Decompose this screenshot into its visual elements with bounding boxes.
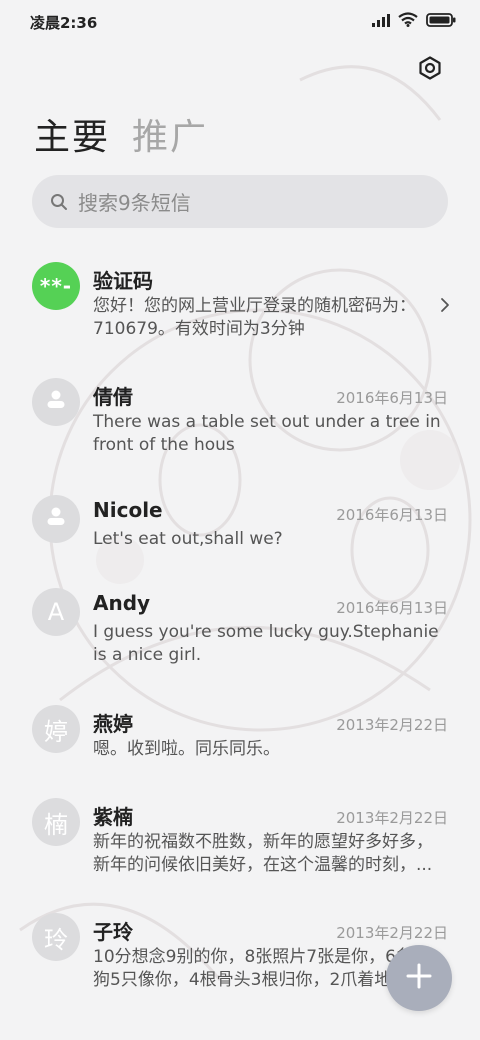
tab-promotions[interactable]: 推广 — [132, 108, 208, 160]
person-icon — [45, 505, 67, 533]
contact-name: 燕婷 — [93, 712, 133, 736]
search-input[interactable]: 搜索9条短信 — [32, 175, 448, 228]
avatar — [32, 495, 80, 543]
tab-primary[interactable]: 主要 — [34, 108, 110, 160]
message-date: 2013年2月22日 — [336, 924, 448, 942]
message-date: 2016年6月13日 — [336, 506, 448, 524]
chevron-right-icon — [440, 297, 450, 317]
avatar: 婷 — [32, 705, 80, 753]
contact-name: 紫楠 — [93, 805, 133, 829]
avatar: A — [32, 588, 80, 636]
status-icons — [372, 12, 456, 31]
message-preview: I guess you're some lucky guy.Stephanie … — [93, 622, 439, 665]
settings-button[interactable] — [416, 56, 444, 84]
avatar: 楠 — [32, 798, 80, 846]
avatar — [32, 378, 80, 426]
battery-icon — [426, 12, 456, 31]
message-date: 2013年2月22日 — [336, 716, 448, 734]
wifi-icon — [398, 12, 418, 31]
contact-name: 倩倩 — [93, 385, 133, 409]
status-bar: 凌晨2:36 — [0, 0, 480, 42]
signal-icon — [372, 12, 390, 31]
message-preview: 您好！您的网上营业厅登录的随机密码为：710679。有效时间为3分钟 — [93, 296, 416, 339]
avatar: 玲 — [32, 913, 80, 961]
contact-name: 验证码 — [93, 269, 153, 293]
contact-name: Andy — [93, 591, 151, 615]
tab-bar: 主要 推广 — [34, 108, 208, 160]
plus-icon — [405, 962, 433, 994]
new-message-button[interactable] — [386, 945, 452, 1011]
search-placeholder: 搜索9条短信 — [78, 191, 191, 215]
message-date: 2013年2月22日 — [336, 809, 448, 827]
contact-name: 子玲 — [93, 920, 133, 944]
message-date: 2016年6月13日 — [336, 389, 448, 407]
search-icon — [50, 193, 68, 211]
contact-name: Nicole — [93, 498, 163, 522]
avatar: **- — [32, 262, 80, 310]
gear-icon — [418, 56, 442, 84]
status-time: 凌晨2:36 — [30, 14, 98, 32]
message-preview: There was a table set out under a tree i… — [93, 412, 441, 455]
person-icon — [45, 388, 67, 416]
message-date: 2016年6月13日 — [336, 599, 448, 617]
message-preview: 嗯。收到啦。同乐同乐。 — [93, 739, 280, 759]
message-preview: 新年的祝福数不胜数，新年的愿望好多好多，新年的问候依旧美好，在这个温馨的时刻，.… — [93, 832, 433, 875]
message-preview: Let's eat out,shall we? — [93, 529, 283, 549]
